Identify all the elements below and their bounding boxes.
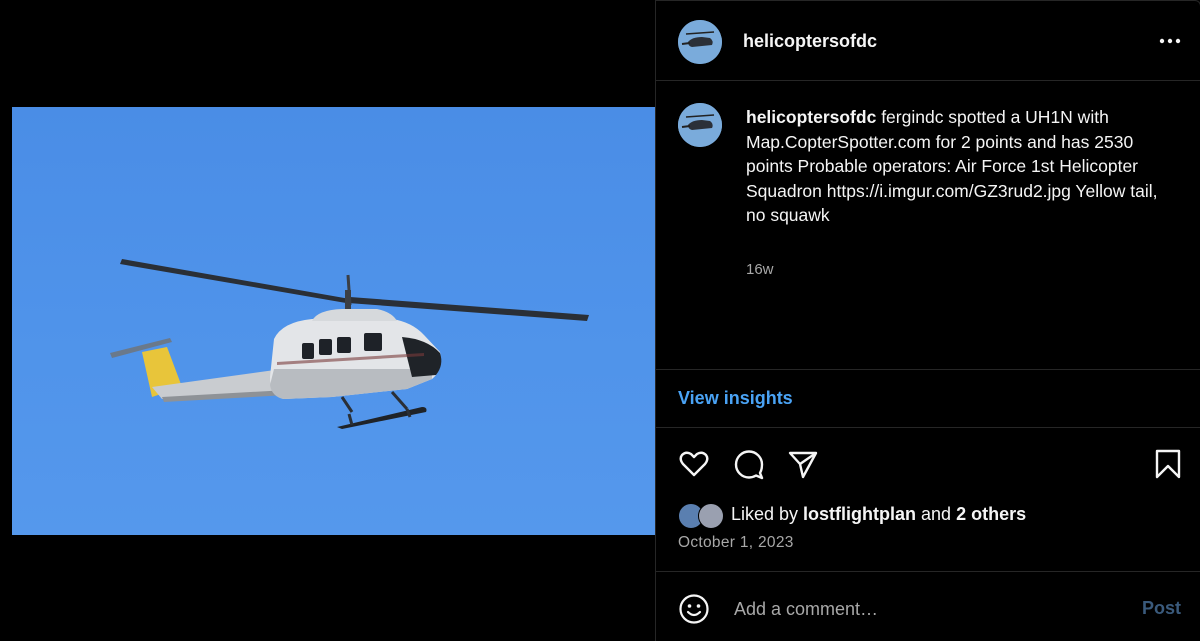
action-bar <box>656 428 1200 498</box>
helicopter-illustration <box>110 259 589 429</box>
post-header: helicoptersofdc <box>656 0 1200 81</box>
send-paper-plane-icon[interactable] <box>787 448 819 480</box>
post-caption: helicoptersofdc fergindc spotted a UH1N … <box>746 105 1166 228</box>
more-options-icon[interactable] <box>1158 31 1182 51</box>
comment-bar: Post <box>656 571 1200 641</box>
post-comment-button[interactable]: Post <box>1142 598 1181 619</box>
liker-avatar[interactable] <box>698 503 724 529</box>
post-photo-helicopter[interactable] <box>12 107 655 535</box>
helicopter-avatar-icon[interactable] <box>678 103 722 147</box>
post-page: helicoptersofdc helicoptersofdc fergindc… <box>0 0 1200 641</box>
caption-username[interactable]: helicoptersofdc <box>746 107 876 127</box>
helicopter-avatar-icon[interactable] <box>678 20 722 64</box>
header-username[interactable]: helicoptersofdc <box>743 31 877 52</box>
media-area <box>0 0 655 641</box>
heart-icon[interactable] <box>678 448 710 480</box>
likes-row: Liked by lostflightplan and 2 others <box>678 501 1178 529</box>
post-details-panel: helicoptersofdc helicoptersofdc fergindc… <box>655 0 1200 641</box>
comment-input[interactable] <box>732 592 1116 626</box>
comment-bubble-icon[interactable] <box>733 448 765 480</box>
post-date[interactable]: October 1, 2023 <box>678 534 794 552</box>
likes-middle: and <box>916 504 957 524</box>
likes-prefix: Liked by <box>731 504 804 524</box>
likes-others[interactable]: 2 others <box>956 504 1026 524</box>
smiley-emoji-icon[interactable] <box>678 593 710 625</box>
liker-username[interactable]: lostflightplan <box>803 504 916 524</box>
likes-summary[interactable]: Liked by lostflightplan and 2 others <box>731 504 1026 525</box>
insights-bar: View insights <box>656 369 1200 428</box>
post-time-ago[interactable]: 16w <box>746 261 774 278</box>
view-insights-link[interactable]: View insights <box>678 388 793 409</box>
bookmark-icon[interactable] <box>1152 448 1184 480</box>
caption-section: helicoptersofdc fergindc spotted a UH1N … <box>656 81 1200 369</box>
